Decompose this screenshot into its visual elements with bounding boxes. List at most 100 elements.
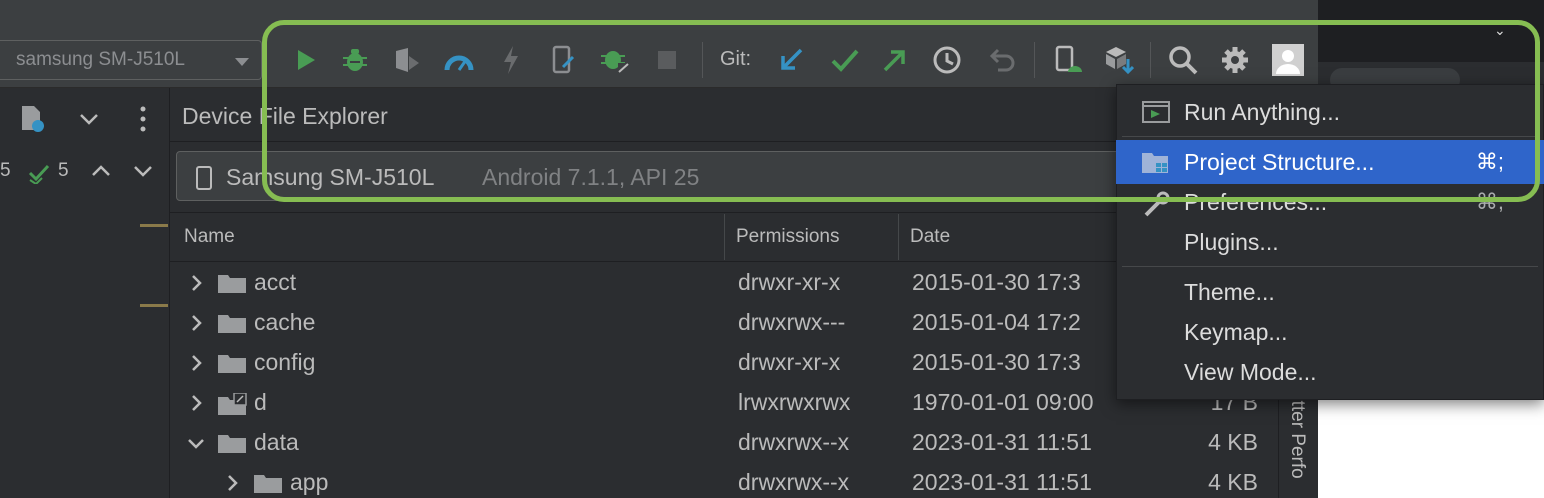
file-permissions: lrwxrwxrwx (738, 389, 851, 415)
gutter-marker (140, 224, 168, 227)
chevron-down-icon[interactable] (186, 433, 206, 453)
menu-item-label: Theme... (1184, 279, 1275, 305)
git-history-icon[interactable] (932, 44, 962, 76)
menu-item-plugins[interactable]: Plugins... (1116, 220, 1544, 264)
left-tool-panel: 5 5 (0, 88, 170, 498)
table-row[interactable]: config drwxr-xr-x 2015-01-30 17:3 (170, 343, 1278, 383)
toolbar-separator (1034, 42, 1035, 78)
file-date: 2015-01-30 17:3 (912, 269, 1081, 295)
table-row[interactable]: data drwxrwx--x 2023-01-31 11:51 4 KB (170, 423, 1278, 463)
device-version: Android 7.1.1, API 25 (482, 164, 700, 190)
sdk-manager-icon[interactable] (1104, 44, 1134, 76)
file-name: data (254, 429, 299, 455)
file-permissions: drwxr-xr-x (738, 269, 841, 295)
chevron-right-icon[interactable] (222, 473, 242, 493)
chevron-down-icon[interactable] (78, 108, 100, 135)
menu-item-label: Project Structure... (1184, 149, 1375, 175)
side-tool-tab[interactable]: utter Perfo (1286, 390, 1308, 479)
profiler-icon[interactable] (444, 44, 474, 76)
chevron-up-icon[interactable] (90, 160, 112, 187)
gutter-marker (140, 304, 168, 307)
search-icon[interactable] (1168, 44, 1198, 76)
folder-link-icon (218, 392, 247, 415)
menu-item-label: View Mode... (1184, 359, 1317, 385)
window-mark: — (1336, 12, 1354, 32)
more-options-icon[interactable] (138, 104, 148, 139)
menu-item-view-mode[interactable]: View Mode... (1116, 350, 1544, 394)
file-permissions: drwxrwx--- (738, 309, 846, 335)
chevron-right-icon[interactable] (186, 273, 206, 293)
git-commit-icon[interactable] (830, 44, 860, 76)
run-icon[interactable] (290, 44, 320, 76)
folder-icon (218, 273, 246, 293)
menu-item-keymap[interactable]: Keymap... (1116, 310, 1544, 354)
file-search-icon[interactable] (18, 104, 48, 139)
file-permissions: drwxr-xr-x (738, 349, 841, 375)
column-header-date[interactable]: Date (910, 226, 950, 248)
table-row[interactable]: cache drwxrwx--- 2015-01-04 17:2 (170, 303, 1278, 343)
attach-debugger-icon[interactable] (600, 44, 630, 76)
panel-title: Device File Explorer (182, 103, 388, 129)
git-push-icon[interactable] (880, 44, 910, 76)
git-rollback-icon[interactable] (986, 44, 1016, 76)
git-label: Git: (720, 48, 752, 70)
debug-icon[interactable] (340, 44, 370, 76)
folder-icon (218, 313, 246, 333)
check-icon (28, 162, 52, 189)
file-name: d (254, 389, 267, 415)
menu-item-run-anything[interactable]: Run Anything... (1116, 90, 1544, 134)
menu-item-shortcut: ⌘; (1475, 149, 1504, 174)
folder-icon (218, 353, 246, 373)
chevron-right-icon[interactable] (186, 313, 206, 333)
device-manager-icon[interactable] (1054, 44, 1084, 76)
toolbar-separator (702, 42, 703, 78)
profile-icon[interactable] (392, 44, 422, 76)
folder-icon (218, 433, 246, 453)
settings-icon[interactable] (1220, 44, 1250, 76)
project-structure-icon (1142, 151, 1172, 180)
chevron-down-icon[interactable] (132, 160, 154, 187)
file-size: 4 KB (1208, 469, 1258, 495)
file-date: 1970-01-01 09:00 (912, 389, 1094, 415)
toolbar-separator (1150, 42, 1151, 78)
folder-icon (254, 473, 282, 493)
device-selector-label: samsung SM-J510L (16, 49, 185, 70)
table-row[interactable]: d lrwxrwxrwx 1970-01-01 09:00 17 B (170, 383, 1278, 423)
column-separator[interactable] (898, 214, 899, 260)
table-row[interactable]: acct drwxr-xr-x 2015-01-30 17:3 (170, 263, 1278, 303)
menu-item-shortcut: ⌘, (1475, 189, 1504, 214)
file-date: 2023-01-31 11:51 (912, 429, 1092, 455)
phone-icon (196, 166, 212, 190)
device-name: Samsung SM-J510L (226, 164, 435, 190)
file-date: 2023-01-31 11:51 (912, 469, 1092, 495)
file-date: 2015-01-30 17:3 (912, 349, 1081, 375)
menu-item-theme[interactable]: Theme... (1116, 270, 1544, 314)
user-avatar-icon[interactable] (1272, 44, 1304, 76)
table-row[interactable]: app drwxrwx--x 2023-01-31 11:51 4 KB (170, 463, 1278, 498)
menu-separator (1122, 266, 1538, 267)
menu-item-label: Preferences... (1184, 189, 1328, 215)
menu-separator (1122, 136, 1538, 137)
column-header-name[interactable]: Name (184, 226, 235, 248)
git-update-icon[interactable] (776, 44, 806, 76)
column-header-permissions[interactable]: Permissions (736, 226, 839, 248)
device-selector-dropdown[interactable]: samsung SM-J510L (0, 40, 262, 80)
chevron-right-icon[interactable] (186, 393, 206, 413)
menu-item-label: Keymap... (1184, 319, 1288, 345)
apply-changes-icon[interactable] (496, 44, 526, 76)
column-separator[interactable] (724, 214, 725, 260)
file-name: config (254, 349, 316, 375)
chevron-down-icon: ⌄ (1494, 22, 1506, 38)
wrench-icon (1142, 191, 1170, 222)
file-date: 2015-01-04 17:2 (912, 309, 1081, 335)
chevron-right-icon[interactable] (186, 353, 206, 373)
menu-item-preferences[interactable]: Preferences... ⌘, (1116, 180, 1544, 224)
check-count: 5 (58, 160, 69, 181)
file-name: app (290, 469, 329, 495)
file-permissions: drwxrwx--x (738, 469, 850, 495)
file-size: 4 KB (1208, 429, 1258, 455)
menu-item-project-structure[interactable]: Project Structure... ⌘; (1116, 140, 1544, 184)
apply-code-changes-icon[interactable] (548, 44, 578, 76)
stop-icon[interactable] (652, 44, 682, 76)
file-name: cache (254, 309, 316, 335)
